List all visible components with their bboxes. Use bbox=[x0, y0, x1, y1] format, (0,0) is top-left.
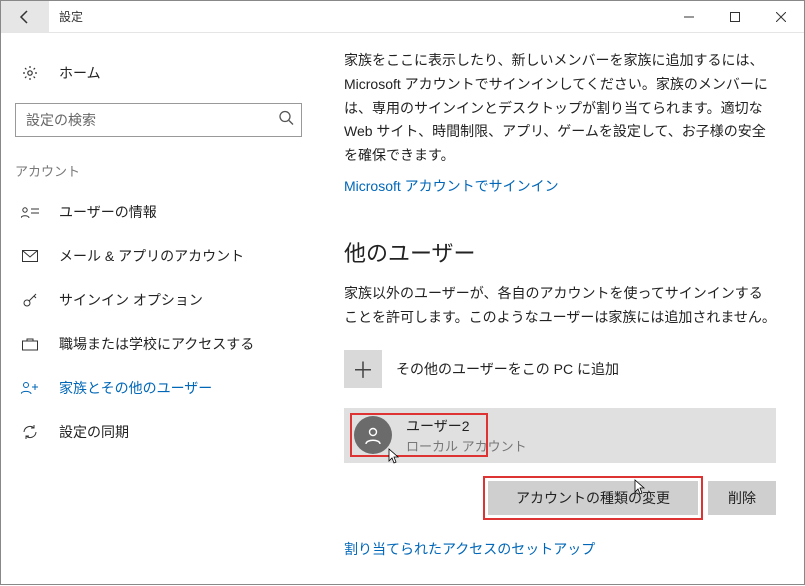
avatar-icon bbox=[354, 416, 392, 454]
search-input[interactable] bbox=[15, 103, 302, 137]
search-icon bbox=[278, 110, 294, 131]
change-account-type-button[interactable]: アカウントの種類の変更 bbox=[488, 481, 698, 515]
cursor-icon bbox=[388, 448, 404, 467]
sidebar-item-label: 職場または学校にアクセスする bbox=[59, 334, 254, 354]
window-title: 設定 bbox=[49, 1, 93, 32]
briefcase-icon bbox=[19, 337, 41, 351]
maximize-button[interactable] bbox=[712, 1, 758, 32]
sidebar-item-label: 設定の同期 bbox=[59, 422, 129, 442]
sidebar-item-family[interactable]: 家族とその他のユーザー bbox=[1, 366, 316, 410]
people-plus-icon bbox=[19, 381, 41, 395]
delete-button[interactable]: 削除 bbox=[708, 481, 776, 515]
add-user-label: その他のユーザーをこの PC に追加 bbox=[396, 359, 619, 379]
gear-icon bbox=[19, 65, 41, 81]
main-panel: 家族をここに表示したり、新しいメンバーを家族に追加するには、Microsoft … bbox=[316, 33, 804, 586]
key-icon bbox=[19, 292, 41, 308]
person-card-icon bbox=[19, 205, 41, 219]
home-nav[interactable]: ホーム bbox=[1, 51, 316, 95]
sidebar-item-email[interactable]: メール & アプリのアカウント bbox=[1, 234, 316, 278]
sidebar-item-work[interactable]: 職場または学校にアクセスする bbox=[1, 322, 316, 366]
sidebar-item-label: 家族とその他のユーザー bbox=[59, 378, 212, 398]
sync-icon bbox=[19, 424, 41, 440]
sidebar-item-signin[interactable]: サインイン オプション bbox=[1, 278, 316, 322]
assigned-access-link[interactable]: 割り当てられたアクセスのセットアップ bbox=[344, 539, 595, 559]
back-button[interactable] bbox=[1, 1, 49, 32]
minimize-button[interactable] bbox=[666, 1, 712, 32]
titlebar-spacer bbox=[93, 1, 666, 32]
sidebar-item-sync[interactable]: 設定の同期 bbox=[1, 410, 316, 454]
sidebar: ホーム アカウント ユーザーの情報 メール & アプリのアカウント サインイ bbox=[1, 33, 316, 586]
other-users-description: 家族以外のユーザーが、各自のアカウントを使ってサインインすることを許可します。こ… bbox=[344, 282, 776, 330]
close-button[interactable] bbox=[758, 1, 804, 32]
other-users-heading: 他のユーザー bbox=[344, 236, 776, 268]
user-row[interactable]: ユーザー2 ローカル アカウント bbox=[344, 408, 776, 463]
sidebar-item-label: サインイン オプション bbox=[59, 290, 203, 310]
mail-icon bbox=[19, 250, 41, 262]
home-label: ホーム bbox=[59, 63, 101, 83]
user-name: ユーザー2 bbox=[406, 416, 527, 436]
ms-signin-link[interactable]: Microsoft アカウントでサインイン bbox=[344, 176, 559, 196]
sidebar-section: アカウント bbox=[1, 155, 316, 190]
family-description: 家族をここに表示したり、新しいメンバーを家族に追加するには、Microsoft … bbox=[344, 49, 776, 168]
plus-icon: ＋ bbox=[344, 350, 382, 388]
sidebar-item-label: メール & アプリのアカウント bbox=[59, 246, 244, 266]
add-user-button[interactable]: ＋ その他のユーザーをこの PC に追加 bbox=[344, 350, 776, 388]
user-type: ローカル アカウント bbox=[406, 436, 527, 455]
sidebar-item-label: ユーザーの情報 bbox=[59, 202, 157, 222]
sidebar-item-userinfo[interactable]: ユーザーの情報 bbox=[1, 190, 316, 234]
